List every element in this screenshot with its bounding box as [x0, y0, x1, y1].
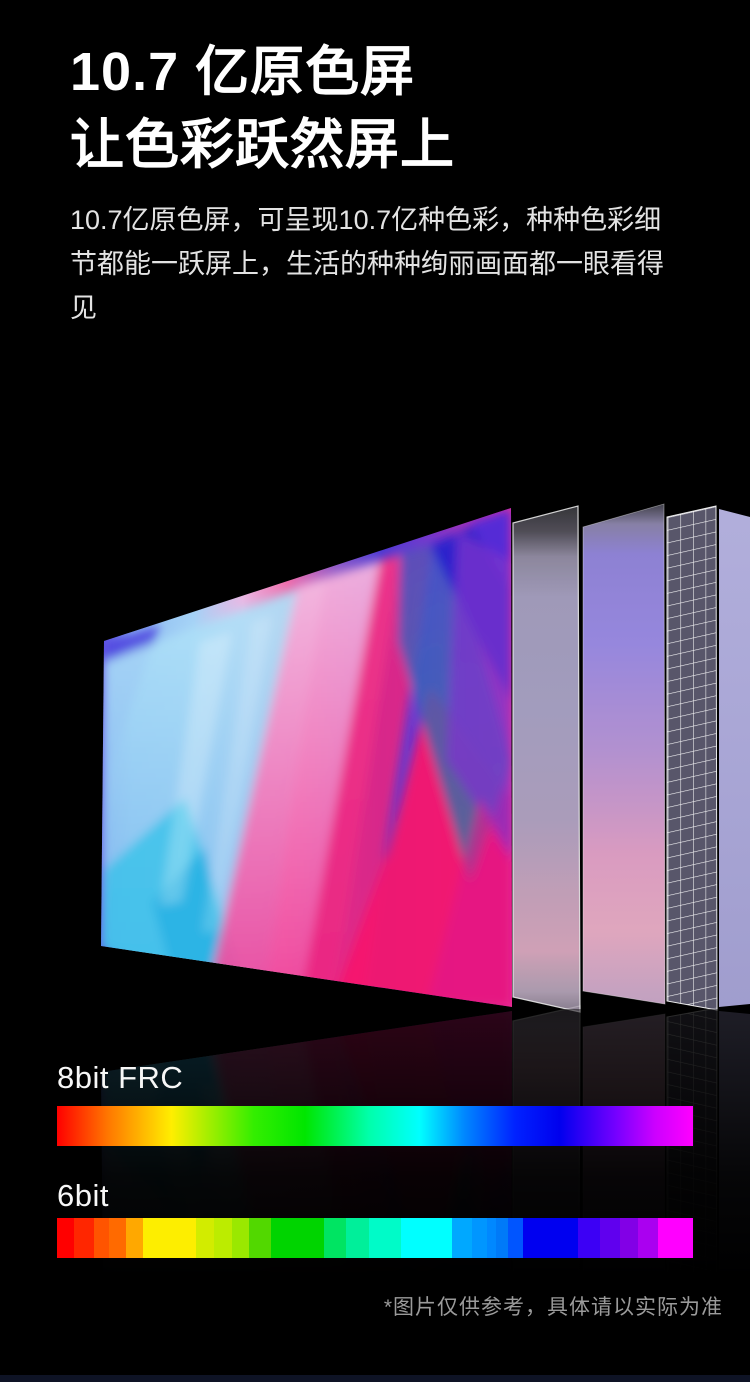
- title-line-2: 让色彩跃然屏上: [70, 115, 455, 175]
- color-band: [658, 1218, 693, 1258]
- color-band: [231, 1218, 249, 1258]
- pixel-grid-layer: [666, 505, 718, 1011]
- color-band: [523, 1218, 579, 1258]
- color-band: [496, 1218, 509, 1258]
- color-band: [57, 1218, 74, 1258]
- next-section-edge: [0, 1375, 750, 1382]
- description-line: 节都能一跃屏上，生活的种种绚丽画面都一眼看得: [70, 249, 664, 279]
- 8bit-gradient-bar: [57, 1106, 693, 1146]
- 8bit-frc-label: 8bit FRC: [57, 1060, 184, 1095]
- backlight-panel: [719, 509, 750, 1007]
- 6bit-banded-bar: [57, 1218, 693, 1258]
- color-band: [620, 1218, 639, 1258]
- disclaimer-text: *图片仅供参考，具体请以实际为准: [383, 1296, 723, 1319]
- color-band: [248, 1218, 271, 1258]
- product-detail-section: 10.7 亿原色屏 让色彩跃然屏上 10.7亿原色屏，可呈现10.7亿种色彩，种…: [0, 0, 750, 1382]
- description-line: 10.7亿原色屏，可呈现10.7亿种色彩，种种色彩细: [70, 205, 662, 235]
- color-band: [108, 1218, 126, 1258]
- color-band: [195, 1218, 214, 1258]
- color-band: [638, 1218, 659, 1258]
- title-line-1: 10.7 亿原色屏: [70, 42, 416, 102]
- color-band: [401, 1218, 453, 1258]
- 6bit-label: 6bit: [57, 1178, 109, 1213]
- color-band: [213, 1218, 232, 1258]
- color-band: [323, 1218, 346, 1258]
- color-band: [578, 1218, 601, 1258]
- color-band: [125, 1218, 143, 1258]
- screen-image-panel: [101, 508, 512, 1007]
- color-band: [472, 1218, 488, 1258]
- lavender-diffuser-layer: [582, 503, 666, 1005]
- color-band: [93, 1218, 109, 1258]
- color-band: [73, 1218, 94, 1258]
- color-band: [452, 1218, 473, 1258]
- color-band: [345, 1218, 369, 1258]
- description-line: 见: [70, 293, 97, 323]
- color-band: [508, 1218, 524, 1258]
- frosted-glass-layer: [512, 505, 581, 1013]
- feature-description: 10.7亿原色屏，可呈现10.7亿种色彩，种种色彩细 节都能一跃屏上，生活的种种…: [70, 198, 690, 330]
- color-band: [600, 1218, 621, 1258]
- color-band: [368, 1218, 402, 1258]
- color-band: [487, 1218, 497, 1258]
- page-title: 10.7 亿原色屏 让色彩跃然屏上: [70, 36, 455, 182]
- color-band: [142, 1218, 196, 1258]
- color-band: [270, 1218, 324, 1258]
